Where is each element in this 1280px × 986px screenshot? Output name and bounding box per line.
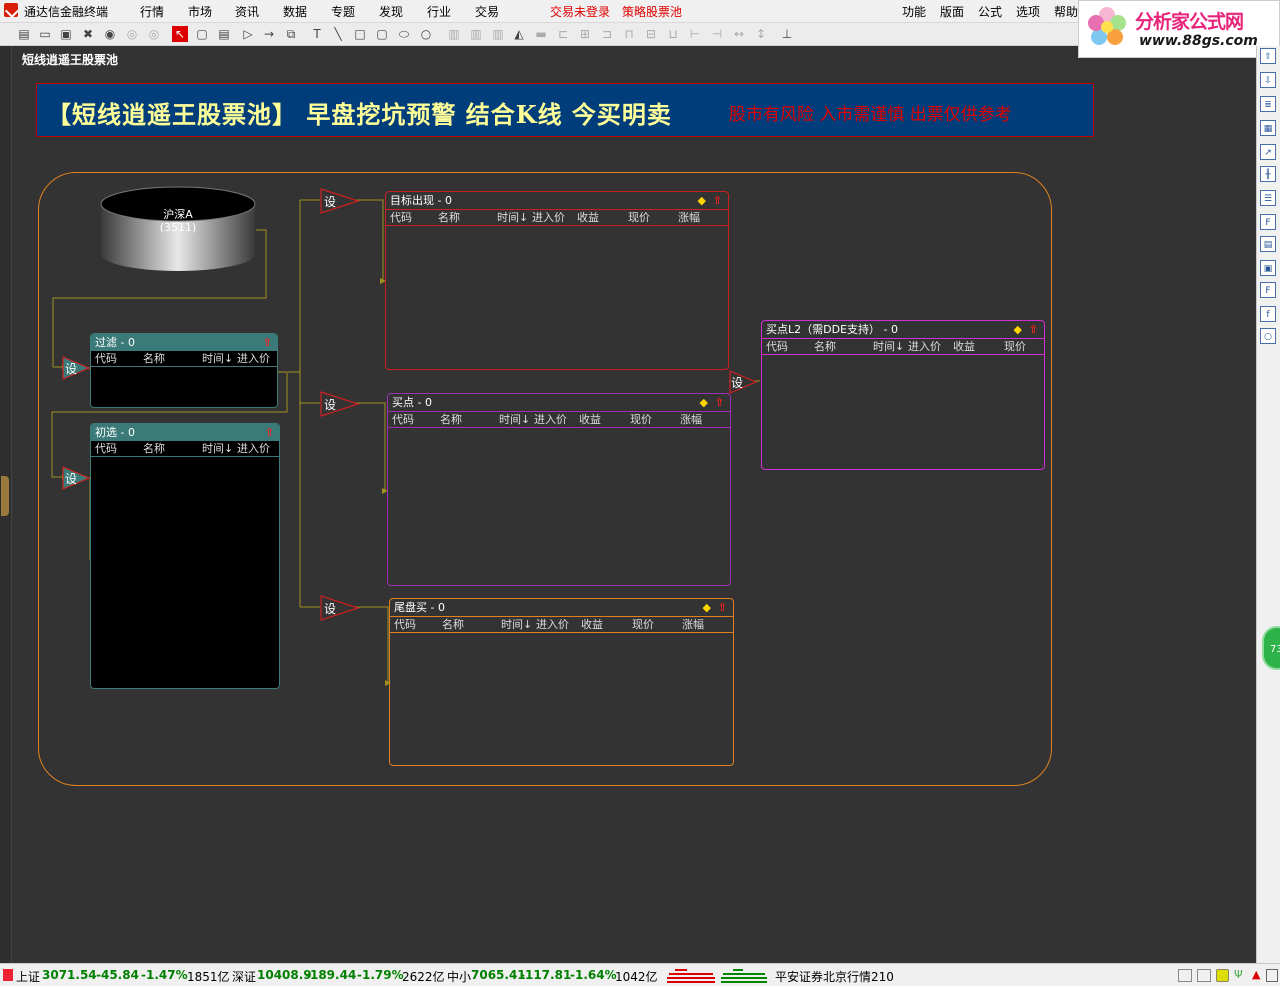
- pool-title: 目标出现 - 0: [390, 194, 452, 207]
- pool-buy[interactable]: 买点 - 0 ◆ ⇧ 代码 名称 时间↓ 进入价 收益 现价 涨幅: [387, 393, 731, 586]
- set-label-target[interactable]: 设: [324, 193, 336, 210]
- signal-icon[interactable]: Ψ: [1234, 968, 1243, 981]
- sz-index-change: -189.44: [305, 968, 357, 982]
- col-change[interactable]: 涨幅: [680, 412, 702, 427]
- col-time[interactable]: 时间↓: [497, 210, 528, 225]
- pool-filter[interactable]: 过滤 - 0 ⇧ 代码 名称 时间↓ 进入价: [90, 333, 278, 408]
- pool-target[interactable]: 目标出现 - 0 ◆ ⇧ 代码 名称 时间↓ 进入价 收益 现价 涨幅: [385, 191, 729, 370]
- pool-buy-l2[interactable]: 买点L2（需DDE支持） - 0 ◆ ⇧ 代码 名称 时间↓ 进入价 收益 现价: [761, 320, 1045, 470]
- sz-index-value: 10408.9: [257, 968, 312, 982]
- sh-index-value: 3071.54: [42, 968, 97, 982]
- col-entry[interactable]: 进入价: [534, 412, 567, 427]
- market-breadth-bars-icon: [667, 969, 767, 983]
- up-arrow-icon[interactable]: ⇧: [713, 194, 722, 207]
- sh-index-change: -45.84: [96, 968, 139, 982]
- pool-title: 尾盘买 - 0: [394, 601, 445, 614]
- status-bar: 上证 3071.54 -45.84 -1.47% 1851亿 深证 10408.…: [0, 963, 1280, 986]
- col-code[interactable]: 代码: [394, 617, 416, 632]
- col-code[interactable]: 代码: [392, 412, 414, 427]
- col-entry[interactable]: 进入价: [536, 617, 569, 632]
- col-name[interactable]: 名称: [814, 339, 836, 354]
- pool-header: 代码 名称 时间↓ 进入价: [91, 441, 279, 457]
- col-price[interactable]: 现价: [632, 617, 654, 632]
- pool-header: 代码 名称 时间↓ 进入价 收益 现价 涨幅: [390, 616, 733, 633]
- updown-icon[interactable]: ▲: [1252, 968, 1260, 981]
- pool-title: 买点 - 0: [392, 396, 432, 409]
- sz-index-amount: 2622亿: [402, 970, 445, 984]
- sh-index-amount: 1851亿: [187, 970, 230, 984]
- set-label-tail[interactable]: 设: [324, 600, 336, 617]
- col-profit[interactable]: 收益: [953, 339, 975, 354]
- col-code[interactable]: 代码: [95, 351, 117, 366]
- zx-index-pct: -1.64%: [570, 968, 617, 982]
- pool-title: 初选 - 0: [91, 424, 279, 441]
- pool-title: 买点L2（需DDE支持） - 0: [766, 323, 898, 336]
- zx-index-change: -117.81: [520, 968, 572, 982]
- window-icon[interactable]: [1178, 969, 1192, 982]
- server-name[interactable]: 平安证券北京行情210: [775, 968, 894, 985]
- diamond-icon[interactable]: ◆: [703, 601, 711, 614]
- database-name: 沪深A: [163, 208, 193, 221]
- up-arrow-icon[interactable]: ⇧: [718, 601, 727, 614]
- zx-index-amount: 1042亿: [615, 970, 658, 984]
- sh-index-label[interactable]: 上证: [16, 968, 40, 985]
- col-time[interactable]: 时间↓: [202, 351, 233, 366]
- diamond-icon[interactable]: ◆: [698, 194, 706, 207]
- alert-icon[interactable]: [1216, 969, 1229, 982]
- up-arrow-icon[interactable]: ⇧: [263, 336, 272, 349]
- col-profit[interactable]: 收益: [581, 617, 603, 632]
- col-code[interactable]: 代码: [766, 339, 788, 354]
- col-entry[interactable]: 进入价: [908, 339, 941, 354]
- col-change[interactable]: 涨幅: [682, 617, 704, 632]
- grid-icon[interactable]: [1266, 969, 1278, 982]
- set-label-preselect[interactable]: 设: [65, 470, 77, 487]
- col-code[interactable]: 代码: [95, 441, 117, 456]
- pool-header: 代码 名称 时间↓ 进入价: [91, 351, 277, 367]
- database-count: (3511): [159, 221, 197, 234]
- set-label-filter[interactable]: 设: [65, 360, 77, 377]
- col-entry[interactable]: 进入价: [237, 351, 270, 366]
- panel-icon[interactable]: [1197, 969, 1211, 982]
- pool-title: 过滤 - 0: [91, 334, 277, 351]
- col-time[interactable]: 时间↓: [873, 339, 904, 354]
- pool-preselect[interactable]: 初选 - 0 ⇧ 代码 名称 时间↓ 进入价: [90, 423, 280, 689]
- set-label-buy[interactable]: 设: [324, 396, 336, 413]
- col-time[interactable]: 时间↓: [501, 617, 532, 632]
- col-code[interactable]: 代码: [390, 210, 412, 225]
- col-name[interactable]: 名称: [143, 351, 165, 366]
- pool-header: 代码 名称 时间↓ 进入价 收益 现价: [762, 338, 1044, 355]
- col-name[interactable]: 名称: [143, 441, 165, 456]
- col-price[interactable]: 现价: [628, 210, 650, 225]
- zx-index-label[interactable]: 中小: [447, 968, 471, 985]
- col-profit[interactable]: 收益: [579, 412, 601, 427]
- col-entry[interactable]: 进入价: [237, 441, 270, 456]
- col-price[interactable]: 现价: [1004, 339, 1026, 354]
- col-entry[interactable]: 进入价: [532, 210, 565, 225]
- col-name[interactable]: 名称: [438, 210, 460, 225]
- set-label-l2[interactable]: 设: [731, 374, 743, 391]
- market-flag-icon: [3, 969, 13, 981]
- sz-index-label[interactable]: 深证: [232, 968, 256, 985]
- col-time[interactable]: 时间↓: [499, 412, 530, 427]
- sz-index-pct: -1.79%: [357, 968, 404, 982]
- pool-header: 代码 名称 时间↓ 进入价 收益 现价 涨幅: [388, 411, 730, 428]
- col-name[interactable]: 名称: [440, 412, 462, 427]
- col-name[interactable]: 名称: [442, 617, 464, 632]
- up-arrow-icon[interactable]: ⇧: [265, 426, 274, 439]
- pool-tail[interactable]: 尾盘买 - 0 ◆ ⇧ 代码 名称 时间↓ 进入价 收益 现价 涨幅: [389, 598, 734, 766]
- up-arrow-icon[interactable]: ⇧: [715, 396, 724, 409]
- col-price[interactable]: 现价: [630, 412, 652, 427]
- diamond-icon[interactable]: ◆: [700, 396, 708, 409]
- up-arrow-icon[interactable]: ⇧: [1029, 323, 1038, 336]
- sh-index-pct: -1.47%: [141, 968, 188, 982]
- col-time[interactable]: 时间↓: [202, 441, 233, 456]
- pool-header: 代码 名称 时间↓ 进入价 收益 现价 涨幅: [386, 209, 728, 226]
- diamond-icon[interactable]: ◆: [1014, 323, 1022, 336]
- col-profit[interactable]: 收益: [577, 210, 599, 225]
- zx-index-value: 7065.41: [471, 968, 526, 982]
- col-change[interactable]: 涨幅: [678, 210, 700, 225]
- database-label: 沪深A (3511): [100, 208, 256, 234]
